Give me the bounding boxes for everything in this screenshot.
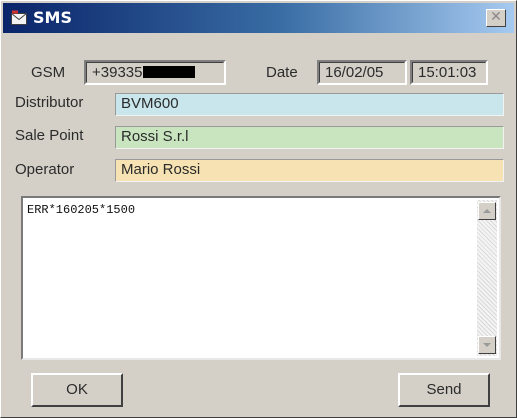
- sms-envelope-icon: [11, 10, 27, 26]
- sale-point-label: Sale Point: [15, 127, 84, 144]
- title-bar[interactable]: SMS ✕: [3, 3, 514, 33]
- gsm-label: GSM: [31, 64, 66, 81]
- distributor-label: Distributor: [15, 94, 84, 111]
- scroll-up-button[interactable]: [478, 202, 496, 220]
- close-icon: ✕: [490, 9, 502, 25]
- distributor-field: BVM600: [115, 93, 504, 116]
- scroll-down-button[interactable]: [478, 336, 496, 354]
- gsm-number-text: +39335: [92, 64, 143, 81]
- sms-dialog: SMS ✕ GSM +39335 Date 16/02/05 15:01:03 …: [0, 0, 517, 418]
- time-value: 15:01:03: [412, 62, 486, 83]
- message-textarea[interactable]: ERR*160205*1500: [21, 196, 501, 360]
- message-text[interactable]: ERR*160205*1500: [27, 203, 135, 217]
- scroll-down-arrow-icon: [483, 343, 491, 347]
- date-label: Date: [266, 64, 298, 81]
- sale-point-field: Rossi S.r.l: [115, 126, 504, 149]
- date-value: 16/02/05: [319, 62, 405, 83]
- send-button[interactable]: Send: [398, 373, 490, 407]
- time-field: 15:01:03: [410, 60, 488, 85]
- operator-label: Operator: [15, 161, 75, 178]
- ok-button[interactable]: OK: [31, 373, 123, 407]
- scroll-up-arrow-icon: [483, 209, 491, 213]
- gsm-number-field: +39335: [84, 60, 226, 85]
- redacted-number-block: [143, 66, 196, 78]
- close-button[interactable]: ✕: [486, 9, 506, 27]
- date-field: 16/02/05: [317, 60, 407, 85]
- window-title: SMS: [33, 8, 72, 27]
- vertical-scrollbar[interactable]: [477, 200, 497, 356]
- operator-field: Mario Rossi: [115, 159, 504, 182]
